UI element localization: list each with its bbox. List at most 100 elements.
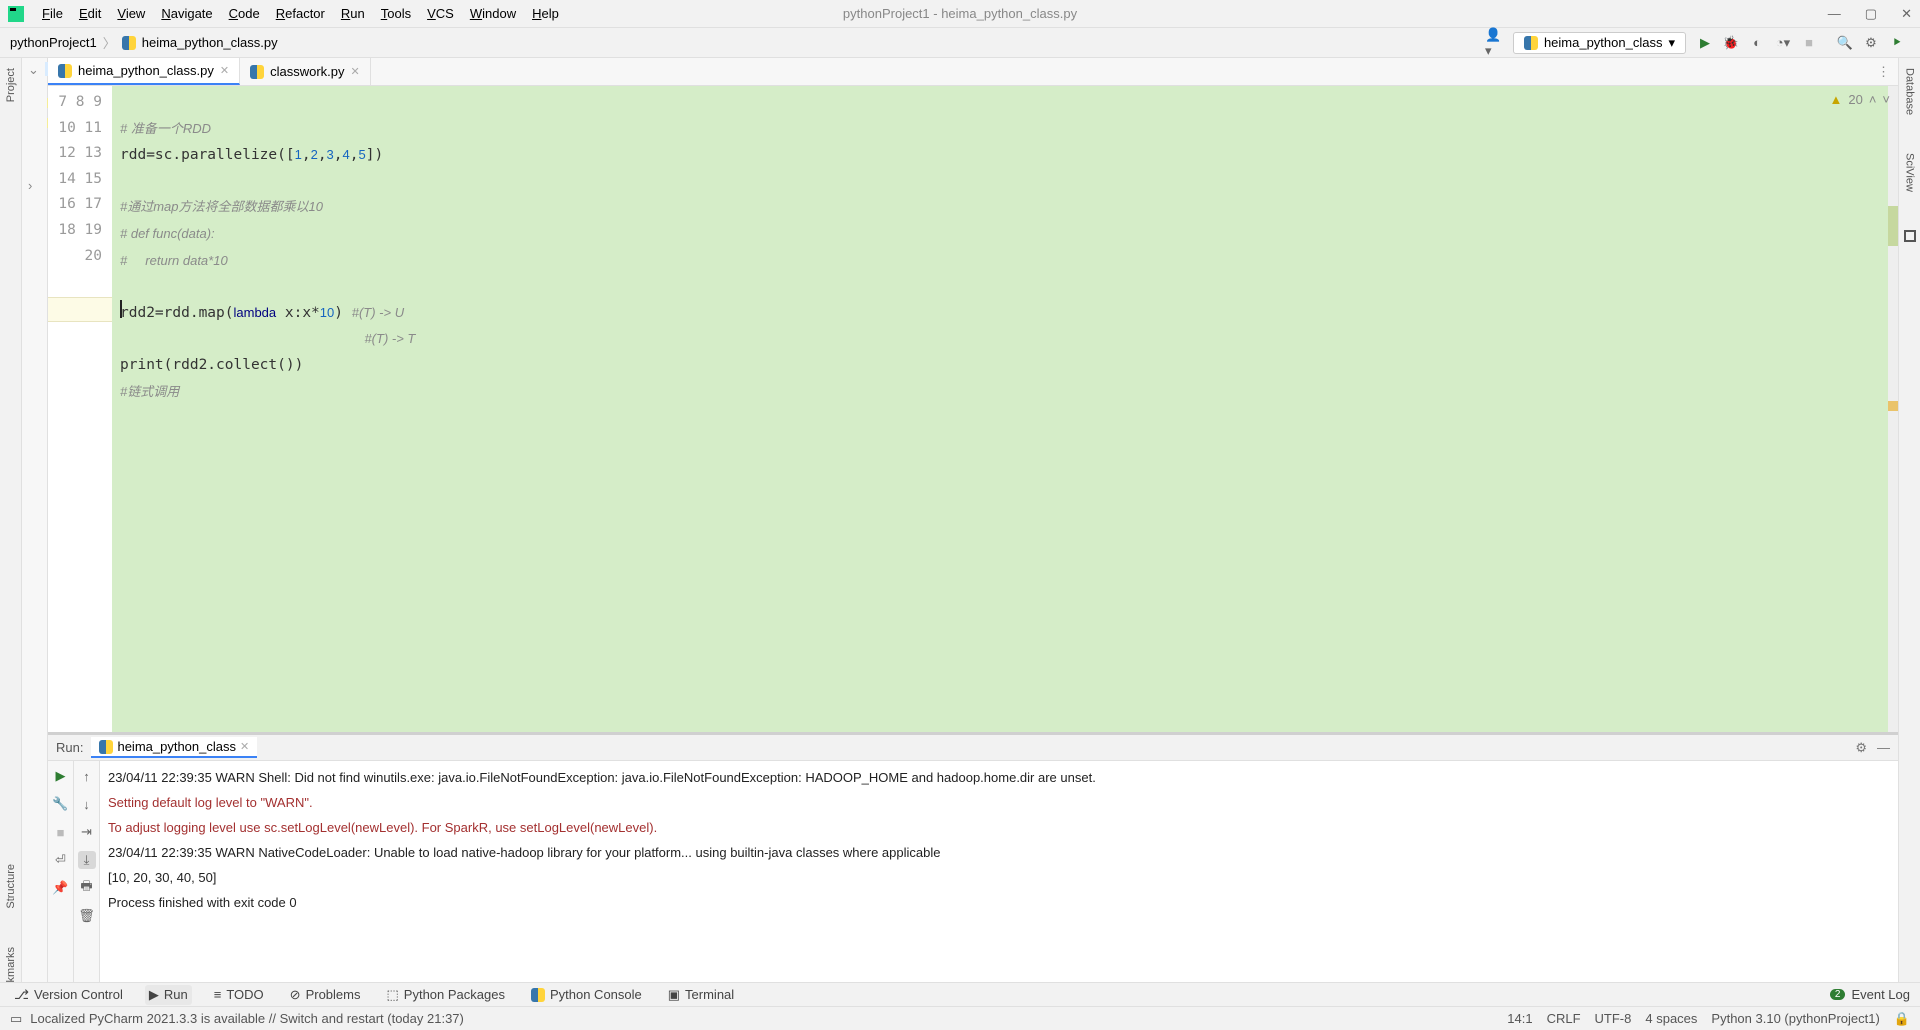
version-control-tab[interactable]: ⎇Version Control [10, 985, 127, 1005]
tab-label: classwork.py [270, 64, 344, 79]
maximize-button[interactable]: ▢ [1865, 6, 1877, 22]
minimize-button[interactable]: — [1828, 6, 1841, 22]
menu-window[interactable]: Window [464, 4, 522, 23]
breadcrumb-project[interactable]: pythonProject1 [10, 35, 97, 50]
event-badge: 2 [1830, 989, 1846, 1000]
menu-view[interactable]: View [111, 4, 151, 23]
chevron-down-icon[interactable]: ˅ [1882, 92, 1890, 107]
minimize-icon[interactable]: — [1877, 740, 1890, 756]
menu-tools[interactable]: Tools [375, 4, 417, 23]
editor-scrollbar[interactable] [1888, 86, 1898, 732]
main-area: ⌄ › heima_python_class.py ✕ classwork.py ✕ ⋮… [22, 58, 1898, 982]
menu-navigate[interactable]: Navigate [155, 4, 218, 23]
python-interpreter[interactable]: Python 3.10 (pythonProject1) [1711, 1011, 1879, 1026]
menu-code[interactable]: Code [223, 4, 266, 23]
menu-help[interactable]: Help [526, 4, 565, 23]
file-encoding[interactable]: UTF-8 [1595, 1011, 1632, 1026]
chevron-down-icon: ▾ [1668, 35, 1675, 51]
tools-icon[interactable]: 🔧 [52, 795, 70, 813]
rerun-icon[interactable]: ▶ [52, 767, 70, 785]
search-icon[interactable]: 🔍 [1836, 34, 1854, 52]
down-icon[interactable]: ↓ [78, 795, 96, 813]
debug-icon[interactable]: 🐞 [1722, 34, 1740, 52]
profile-icon[interactable]: ◔▾ [1774, 34, 1792, 52]
close-icon[interactable]: ✕ [351, 65, 360, 78]
menu-run[interactable]: Run [335, 4, 371, 23]
up-icon[interactable]: ↑ [78, 767, 96, 785]
terminal-tab[interactable]: ▣Terminal [664, 985, 738, 1005]
run-icon: ▶ [149, 987, 159, 1003]
console-output[interactable]: 23/04/11 22:39:35 WARN Shell: Did not fi… [100, 761, 1898, 982]
event-log-tab[interactable]: Event Log [1851, 987, 1910, 1002]
menu-file[interactable]: File [36, 4, 69, 23]
indent-setting[interactable]: 4 spaces [1645, 1011, 1697, 1026]
menu-edit[interactable]: Edit [73, 4, 107, 23]
lock-icon[interactable]: 🔒 [1894, 1011, 1910, 1027]
inspection-indicators[interactable]: ▲ 20 ˄ ˅ [1829, 92, 1890, 107]
right-tool-rail: Database SciView [1898, 58, 1920, 1006]
editor-tab[interactable]: heima_python_class.py ✕ [48, 58, 240, 85]
coverage-icon[interactable]: ◐ [1748, 34, 1766, 52]
add-user-icon[interactable]: 👤▾ [1485, 34, 1503, 52]
chevron-up-icon[interactable]: ˄ [1869, 92, 1877, 107]
python-file-icon [99, 740, 113, 754]
scroll-to-end-icon[interactable]: ⤓ [78, 851, 96, 869]
settings-icon[interactable]: ⚙ [1855, 740, 1867, 756]
stop-icon[interactable]: ■ [1800, 34, 1818, 52]
window-title: pythonProject1 - heima_python_class.py [843, 6, 1077, 21]
run-tab[interactable]: heima_python_class ✕ [91, 737, 257, 758]
todo-tab[interactable]: ≡TODO [210, 985, 268, 1004]
sciview-tool-button[interactable]: SciView [1904, 149, 1916, 196]
python-console-tab[interactable]: Python Console [527, 985, 646, 1004]
code-editor[interactable]: 7 8 9 10 11 12 13 14 15 16 17 18 19 20 #… [48, 86, 1898, 732]
console-line: 23/04/11 22:39:35 WARN NativeCodeLoader:… [108, 840, 1890, 865]
stop-icon[interactable]: ■ [52, 823, 70, 841]
breadcrumb-separator: 〉 [103, 33, 116, 52]
run-config-selector[interactable]: heima_python_class ▾ [1513, 32, 1686, 54]
titlebar: FileEditViewNavigate CodeRefactorRunTools… [0, 0, 1920, 28]
close-button[interactable]: ✕ [1901, 6, 1912, 22]
console-line: Setting default log level to "WARN". [108, 790, 1890, 815]
tab-label: heima_python_class.py [78, 63, 214, 78]
problems-icon: ⊘ [290, 987, 301, 1003]
line-separator[interactable]: CRLF [1547, 1011, 1581, 1026]
goto-icon[interactable]: ⯈ [1888, 34, 1906, 52]
console-line: Process finished with exit code 0 [108, 890, 1890, 915]
python-icon [531, 988, 545, 1002]
structure-tool-button[interactable]: Structure [5, 860, 17, 913]
settings-icon[interactable]: ⚙ [1862, 34, 1880, 52]
caret-position[interactable]: 14:1 [1507, 1011, 1532, 1026]
menu-refactor[interactable]: Refactor [270, 4, 331, 23]
code-content[interactable]: # 准备一个RDD rdd=sc.parallelize([1,2,3,4,5]… [112, 86, 1898, 732]
project-view-collapsed[interactable]: ⌄ › [22, 58, 48, 982]
branch-icon: ⎇ [14, 987, 29, 1003]
packages-icon: ⬚ [386, 987, 398, 1003]
delete-icon[interactable]: 🗑 [78, 907, 96, 925]
project-tool-button[interactable]: Project [5, 64, 17, 106]
status-bar: ▭ Localized PyCharm 2021.3.3 is availabl… [0, 1006, 1920, 1030]
console-line: [10, 20, 30, 40, 50] [108, 865, 1890, 890]
chevron-down-icon: ⌄ [28, 62, 39, 78]
run-tab-bottom[interactable]: ▶Run [145, 985, 192, 1005]
tabs-more-icon[interactable]: ⋮ [1869, 58, 1898, 85]
print-icon[interactable]: 🖶 [78, 879, 96, 897]
breadcrumb-file[interactable]: heima_python_class.py [142, 35, 278, 50]
status-tool-icon[interactable]: ▭ [10, 1011, 22, 1027]
database-tool-button[interactable]: Database [1904, 64, 1916, 119]
python-packages-tab[interactable]: ⬚Python Packages [382, 985, 508, 1005]
close-icon[interactable]: ✕ [240, 740, 249, 753]
run-icon[interactable]: ▶ [1696, 34, 1714, 52]
python-file-icon [122, 36, 136, 50]
wrap-icon[interactable]: ⇥ [78, 823, 96, 841]
problems-tab[interactable]: ⊘Problems [286, 985, 365, 1005]
python-file-icon [58, 64, 72, 78]
run-header: Run: heima_python_class ✕ ⚙ — [48, 735, 1898, 761]
status-message[interactable]: Localized PyCharm 2021.3.3 is available … [30, 1011, 464, 1026]
menu-vcs[interactable]: VCS [421, 4, 460, 23]
run-tab-name: heima_python_class [117, 739, 236, 754]
editor-tab[interactable]: classwork.py ✕ [240, 58, 371, 85]
pin-icon[interactable]: 📌 [52, 879, 70, 897]
sciview-square-icon [1904, 230, 1916, 242]
exit-icon[interactable]: ⏎ [52, 851, 70, 869]
close-icon[interactable]: ✕ [220, 64, 229, 77]
